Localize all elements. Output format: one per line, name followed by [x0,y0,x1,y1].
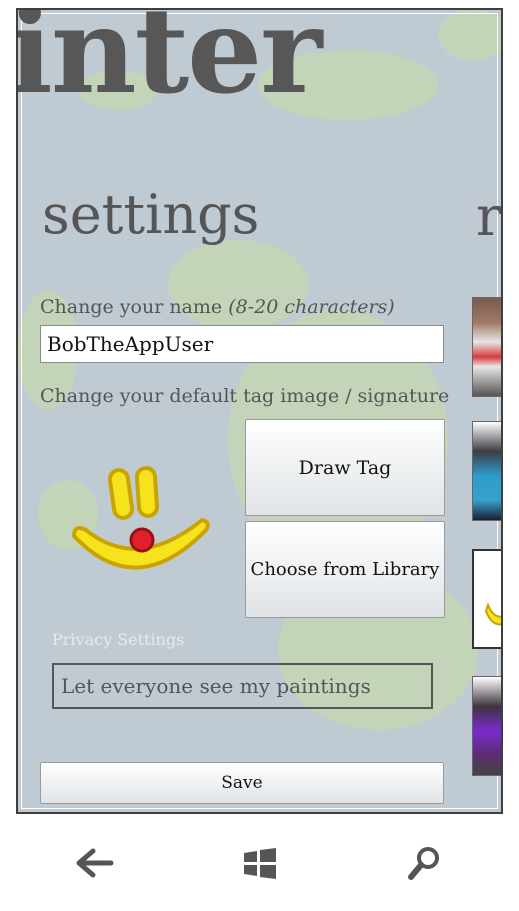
tag-label: Change your default tag image / signatur… [40,385,450,407]
tag-image[interactable] [66,452,216,582]
back-arrow-icon[interactable] [73,843,117,883]
privacy-heading: Privacy Settings [52,630,185,649]
painting-thumbnail[interactable] [472,676,501,776]
paint-splat [438,10,501,60]
tag-eye-left [107,468,135,520]
next-pivot-peek[interactable]: r [476,190,501,244]
painting-thumbnail[interactable] [472,297,501,397]
name-label: Change your name (8-20 characters) [40,296,395,318]
page-title: settings [42,183,260,246]
name-label-text: Change your name [40,296,223,318]
app-title: inter [16,8,322,120]
name-hint: (8-20 characters) [228,296,395,318]
save-button[interactable]: Save [40,762,444,804]
system-navbar [0,815,519,911]
app-frame: inter settings r Change your name (8-20 … [16,8,503,814]
tag-thumbnail-image [484,602,501,626]
choose-from-library-button[interactable]: Choose from Library [245,521,445,618]
windows-logo-icon[interactable] [238,843,282,883]
privacy-toggle[interactable]: Let everyone see my paintings [52,663,433,709]
painting-thumbnail[interactable] [472,549,501,649]
name-input[interactable] [40,325,444,363]
draw-tag-button[interactable]: Draw Tag [245,419,445,516]
tag-eye-right [134,466,160,518]
tag-nose [129,527,155,553]
search-icon[interactable] [402,843,446,883]
painting-thumbnail[interactable] [472,421,501,521]
